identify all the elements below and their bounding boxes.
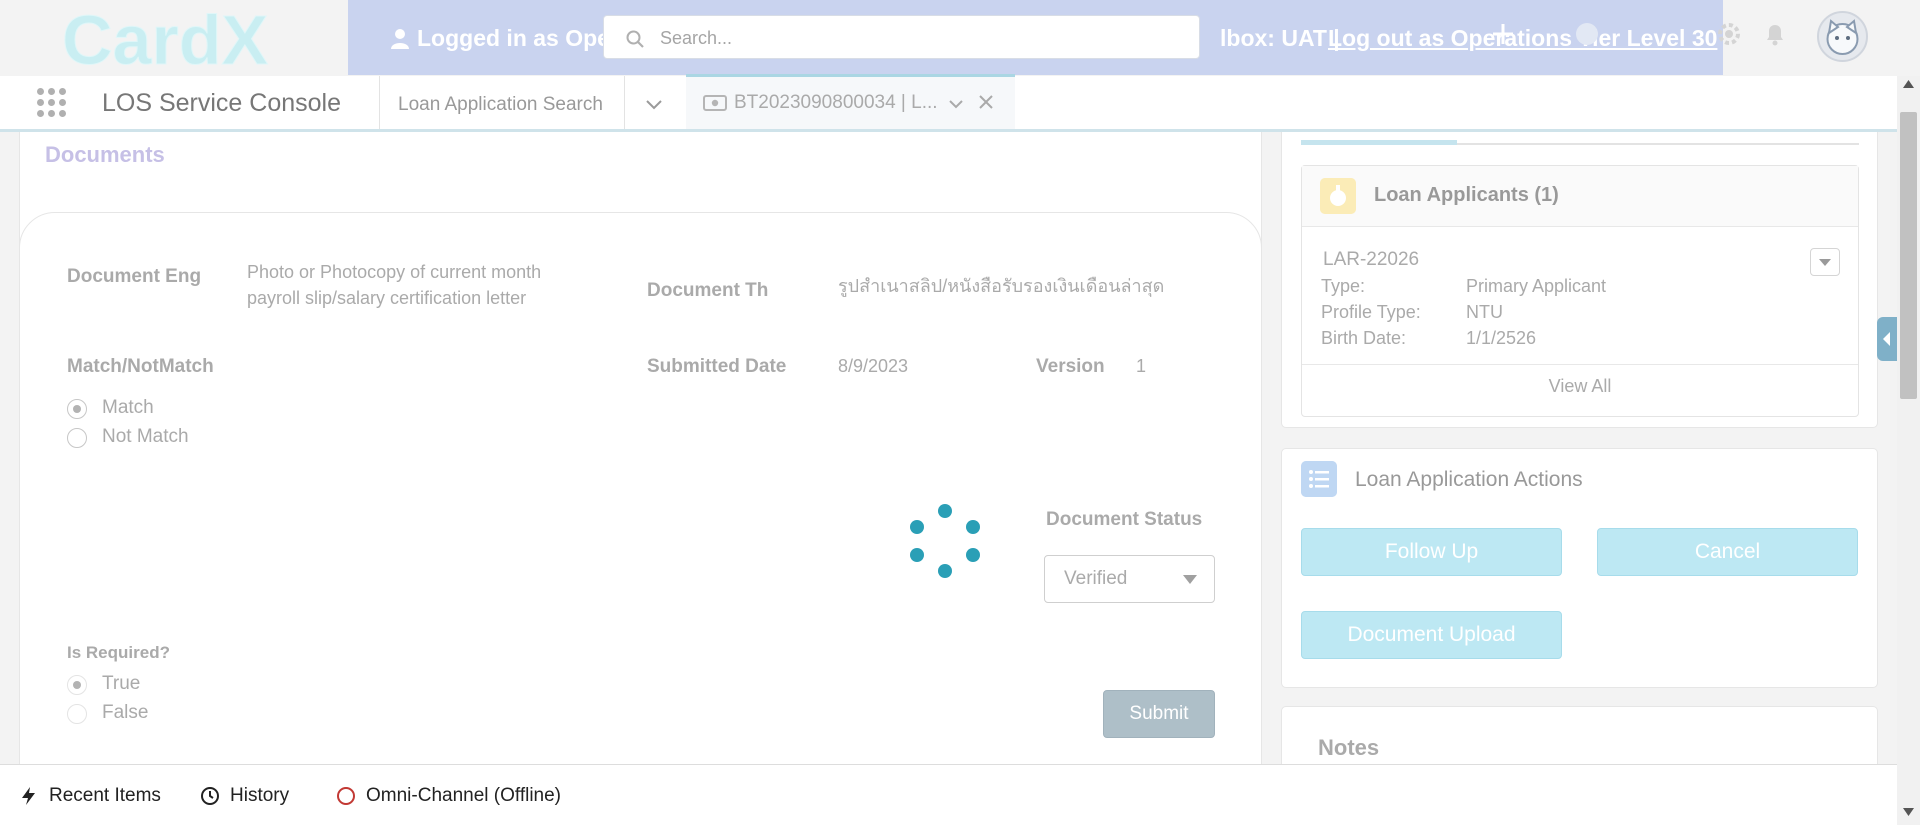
utility-label: History — [230, 785, 290, 806]
page-scrollbar[interactable] — [1897, 76, 1920, 825]
chevron-down-icon[interactable] — [948, 96, 964, 112]
radio-label: Not Match — [102, 426, 189, 447]
offline-status-icon — [337, 787, 355, 805]
submitted-date-value: 8/9/2023 — [838, 356, 909, 376]
money-icon — [703, 95, 727, 111]
follow-up-button[interactable]: Follow Up — [1301, 528, 1562, 576]
workspace-tab-label: BT2023090800034 | L... — [734, 92, 938, 113]
logged-in-as-text: Logged in as Ope — [417, 25, 610, 51]
view-all-link[interactable]: View All — [1302, 376, 1858, 397]
workspace-tab-loan-application[interactable]: BT2023090800034 | L... — [686, 74, 1015, 129]
field-label: Profile Type: — [1321, 302, 1421, 322]
clock-icon — [201, 787, 219, 805]
field-value: Primary Applicant — [1466, 276, 1607, 296]
related-tab-active[interactable] — [1301, 140, 1457, 145]
record-field-type: Type: Primary Applicant — [1321, 276, 1606, 297]
cardx-logo[interactable]: CardX — [58, 4, 290, 74]
document-upload-button[interactable]: Document Upload — [1301, 611, 1562, 659]
document-detail-card: Document Eng Photo or Photocopy of curre… — [19, 212, 1262, 764]
app-name: LOS Service Console — [102, 89, 342, 117]
radio-label: Match — [102, 397, 154, 418]
applicant-record-link[interactable]: LAR-22026 — [1323, 249, 1419, 271]
document-status-value: Verified — [1064, 568, 1128, 589]
caret-down-icon — [1819, 259, 1831, 266]
sandbox-text: lbox: UAT | — [1220, 25, 1340, 51]
radio-button[interactable] — [67, 675, 87, 695]
notification-icon[interactable] — [1762, 21, 1788, 47]
chevron-down-icon[interactable] — [644, 94, 664, 114]
utility-bar: Recent Items History Omni-Channel (Offli… — [0, 764, 1897, 825]
lightning-icon — [22, 787, 35, 805]
navigation-bar: LOS Service Console Loan Application Sea… — [0, 74, 1897, 132]
is-required-label: Is Required? — [67, 643, 170, 662]
scroll-down-icon[interactable] — [1903, 808, 1914, 816]
loan-applicants-title[interactable]: Loan Applicants (1) — [1374, 184, 1559, 207]
document-eng-value: Photo or Photocopy of current month payr… — [247, 262, 542, 308]
applicant-icon — [1320, 178, 1356, 214]
submitted-date-label: Submitted Date — [647, 356, 787, 377]
field-label: Type: — [1321, 276, 1366, 296]
chevron-left-icon — [1883, 332, 1890, 346]
utility-label: Recent Items — [49, 785, 161, 806]
main-content: Documents Document Eng Photo or Photocop… — [0, 132, 1897, 764]
radio-button[interactable] — [67, 704, 87, 724]
global-search[interactable] — [603, 15, 1200, 59]
notes-title: Notes — [1318, 735, 1380, 760]
caret-down-icon — [1183, 575, 1197, 584]
actions-title: Loan Application Actions — [1355, 468, 1583, 491]
nav-divider — [379, 76, 380, 129]
search-input[interactable] — [658, 22, 1182, 54]
radio-button[interactable] — [67, 428, 87, 448]
related-tabs — [1301, 140, 1859, 145]
document-eng-label: Document Eng — [67, 266, 202, 287]
radio-label: False — [102, 702, 149, 723]
loan-application-actions-card: Loan Application Actions Follow Up Cance… — [1281, 448, 1878, 688]
app-launcher-icon[interactable] — [37, 88, 67, 118]
submit-button[interactable]: Submit — [1103, 690, 1215, 738]
divider — [1302, 364, 1858, 365]
search-icon — [626, 30, 644, 48]
record-field-profile-type: Profile Type: NTU — [1321, 302, 1503, 323]
utility-label: Omni-Channel (Offline) — [366, 785, 562, 806]
field-value: 1/1/2526 — [1466, 328, 1537, 348]
record-field-birth-date: Birth Date: 1/1/2526 — [1321, 328, 1536, 349]
notes-card: Notes — [1281, 706, 1878, 764]
avatar[interactable] — [1817, 11, 1868, 62]
version-label: Version — [1036, 356, 1105, 377]
radio-label: True — [102, 673, 141, 694]
tab-loan-application-search[interactable]: Loan Application Search — [398, 94, 603, 116]
document-th-value: รูปสำเนาสลิป/หนังสือรับรองเงินเดือนล่าสุ… — [838, 276, 1165, 296]
nav-divider — [624, 76, 625, 129]
document-status-label: Document Status — [1046, 509, 1203, 530]
user-icon — [391, 29, 409, 49]
record-actions-menu[interactable] — [1810, 248, 1840, 276]
scrollbar-thumb[interactable] — [1900, 112, 1917, 399]
loading-spinner — [905, 504, 985, 584]
documents-title: Documents — [45, 142, 165, 167]
field-label: Birth Date: — [1321, 328, 1407, 348]
match-label: Match/NotMatch — [67, 356, 214, 377]
list-icon — [1301, 461, 1337, 497]
radio-button[interactable] — [67, 399, 87, 419]
global-header: CardX Logged in as Ope lbox: UAT | Log o… — [0, 0, 1897, 76]
panel-collapse-handle[interactable] — [1877, 317, 1897, 361]
related-list-header: Loan Applicants (1) — [1302, 166, 1858, 227]
avatar-image — [1826, 19, 1859, 55]
help-icon[interactable] — [1574, 21, 1600, 47]
document-status-select[interactable]: Verified — [1044, 555, 1215, 603]
cancel-button[interactable]: Cancel — [1597, 528, 1858, 576]
field-value: NTU — [1466, 302, 1503, 322]
close-icon[interactable] — [978, 94, 994, 110]
svg-text:CardX: CardX — [62, 4, 268, 74]
logout-link[interactable]: Log out as Operations Tier Level 30 — [1328, 25, 1717, 52]
applicants-card: Loan Applicants (1) LAR-22026 Type: Prim… — [1281, 132, 1878, 428]
version-value: 1 — [1136, 356, 1147, 376]
loan-applicants-related-list: Loan Applicants (1) LAR-22026 Type: Prim… — [1301, 165, 1859, 417]
add-icon[interactable] — [1490, 21, 1516, 47]
scroll-up-icon[interactable] — [1903, 80, 1914, 88]
right-sidebar: Loan Applicants (1) LAR-22026 Type: Prim… — [1281, 132, 1878, 764]
document-th-label: Document Th — [647, 280, 769, 301]
settings-icon[interactable] — [1716, 21, 1742, 47]
